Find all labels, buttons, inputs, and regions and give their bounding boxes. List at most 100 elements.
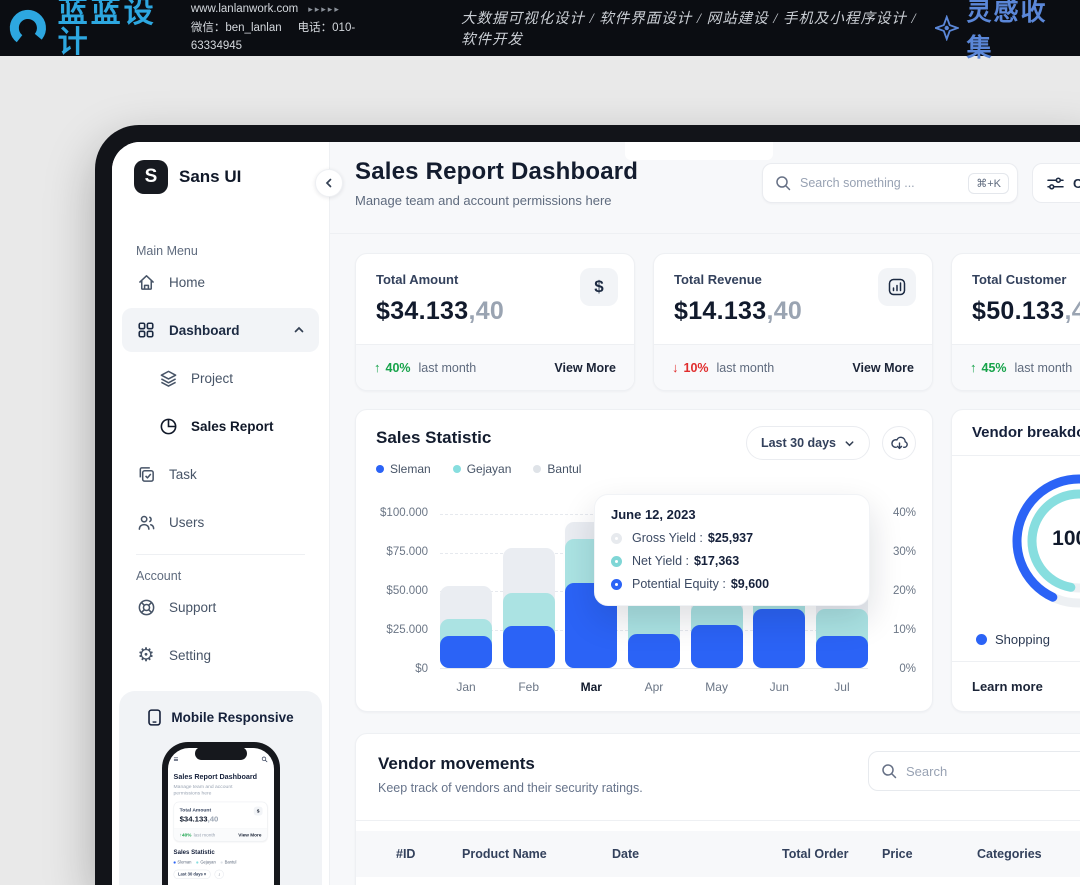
sidebar-item-label: Task	[169, 467, 197, 482]
banner-logo-text: 蓝蓝设计	[58, 0, 177, 58]
stat-card-total-revenue: Total Revenue $14.133,40 ↓ 10% last mont…	[653, 253, 933, 391]
sidebar-item-label: Setting	[169, 648, 211, 663]
stat-footer: ↑ 45% last month View More	[952, 344, 1080, 390]
chart-tooltip: June 12, 2023 Gross Yield :$25,937 Net Y…	[594, 494, 870, 606]
banner-arrows: ▸▸▸▸▸	[308, 4, 341, 14]
brand-name: Sans UI	[179, 167, 241, 187]
search-placeholder: Search something ...	[800, 176, 959, 190]
table-search-input[interactable]: Search	[868, 751, 1080, 791]
column-header[interactable]: Price	[882, 847, 977, 861]
customize-label: Customize	[1073, 176, 1080, 191]
x-axis-label: Jul	[816, 680, 868, 694]
sidebar-item-users[interactable]: Users	[112, 498, 329, 546]
vendor-breakdown-legend: Shopping	[976, 632, 1080, 647]
keyboard-shortcut-badge: ⌘+K	[968, 173, 1009, 194]
page-title: Sales Report Dashboard	[355, 158, 638, 186]
tooltip-row: Gross Yield :$25,937	[611, 531, 853, 545]
arrow-up-icon: ↑	[970, 360, 977, 375]
sales-statistic-card: Sales Statistic Sleman Gejayan Bantul La…	[355, 409, 933, 712]
stat-footer: ↓ 10% last month View More	[654, 344, 932, 390]
ring-icon	[611, 556, 622, 567]
view-more-link[interactable]: View More	[852, 361, 914, 375]
phone-page-title: Sales Report Dashboard	[173, 772, 267, 780]
phone-mockup: ≡ Sales Report Dashboard Manage team and…	[162, 742, 280, 885]
stat-value: $14.133,40	[674, 297, 912, 326]
sidebar: S Sans UI Main Menu Home Dashboard	[112, 142, 330, 885]
stats-row: Total Amount $34.133,40 $ ↑ 40% last mon…	[355, 253, 1080, 391]
device-frame: S Sans UI Main Menu Home Dashboard	[95, 125, 1080, 885]
stat-footer: ↑ 40% last month View More	[356, 344, 634, 390]
x-axis-label: Apr	[628, 680, 680, 694]
hamburger-icon: ≡	[173, 754, 178, 763]
sidebar-item-home[interactable]: Home	[112, 258, 329, 306]
chevron-up-icon	[293, 324, 305, 336]
x-axis-label: Mar	[565, 680, 617, 694]
bar-group-feb[interactable]	[503, 514, 555, 668]
device-screen: S Sans UI Main Menu Home Dashboard	[112, 142, 1080, 885]
global-search-input[interactable]: Search something ... ⌘+K	[762, 163, 1018, 203]
y-axis-right: 40%30%20%10%0%	[876, 507, 916, 675]
search-icon	[881, 763, 897, 779]
inspiration-collect[interactable]: 灵感收集	[935, 0, 1080, 64]
sidebar-divider	[136, 554, 305, 555]
table-divider	[356, 820, 1080, 821]
phone-chart-legend: Sleman Gejayan Bantul	[173, 860, 267, 865]
tooltip-row: Net Yield :$17,363	[611, 554, 853, 568]
sidebar-item-task[interactable]: Task	[112, 450, 329, 498]
column-header[interactable]: Categories	[977, 847, 1080, 861]
banner-wechat: 微信：ben_lanlan	[191, 22, 282, 34]
column-header[interactable]: Total Order	[782, 847, 882, 861]
sidebar-item-dashboard[interactable]: Dashboard	[122, 308, 319, 352]
chevron-left-icon	[323, 177, 335, 189]
phone-page-subtitle: Manage team and account permissions here	[173, 783, 239, 796]
stat-value: $50.133,40	[972, 297, 1080, 326]
bar-group-jan[interactable]	[440, 514, 492, 668]
x-axis-line	[440, 668, 868, 669]
sidebar-item-support[interactable]: Support	[112, 583, 329, 631]
sidebar-item-label: Project	[191, 371, 233, 386]
chevron-down-icon	[844, 438, 855, 449]
phone-section-title: Sales Statistic	[173, 849, 267, 856]
date-range-dropdown[interactable]: Last 30 days	[746, 426, 870, 460]
phone-range-pill: Last 30 days ▾	[173, 870, 210, 879]
sidebar-collapse-button[interactable]	[315, 169, 343, 197]
layers-icon	[158, 369, 178, 388]
y-axis-left: $100.000$75.000$50.000$25.000$0	[376, 507, 428, 675]
phone-screen: ≡ Sales Report Dashboard Manage team and…	[168, 748, 274, 885]
legend-dot	[976, 634, 987, 645]
stat-label: Total Amount	[376, 272, 614, 287]
legend-dot	[376, 465, 384, 473]
lifebuoy-icon	[136, 598, 156, 617]
ring-icon	[611, 579, 622, 590]
legend-dot	[533, 465, 541, 473]
download-button[interactable]	[882, 426, 916, 460]
stat-card-total-amount: Total Amount $34.133,40 $ ↑ 40% last mon…	[355, 253, 635, 391]
sidebar-item-label: Home	[169, 275, 205, 290]
task-icon	[136, 465, 156, 484]
ring-icon	[611, 533, 622, 544]
learn-more-link[interactable]: Learn more	[972, 679, 1043, 694]
bar-chart-icon	[878, 268, 916, 306]
table-header-row: #ID Product Name Date Total Order Price …	[356, 831, 1080, 877]
view-more-link[interactable]: View More	[554, 361, 616, 375]
page-header: Sales Report Dashboard Manage team and a…	[355, 158, 638, 208]
phone-notch	[195, 747, 247, 760]
x-axis-label: Jun	[753, 680, 805, 694]
dollar-badge: $	[253, 807, 262, 816]
page-subtitle: Manage team and account permissions here	[355, 193, 638, 208]
banner-contact: www.lanlanwork.com▸▸▸▸▸ 微信：ben_lanlan电话：…	[191, 0, 401, 55]
column-header[interactable]: Product Name	[462, 847, 612, 861]
brand: S Sans UI	[134, 160, 329, 194]
tooltip-row: Potential Equity :$9,600	[611, 577, 853, 591]
sidebar-item-sales-report[interactable]: Sales Report	[112, 402, 329, 450]
grid-icon	[136, 321, 156, 339]
sidebar-item-setting[interactable]: ⚙ Setting	[112, 631, 329, 679]
account-label: Account	[136, 569, 329, 583]
home-icon	[136, 273, 156, 292]
sidebar-item-project[interactable]: Project	[112, 354, 329, 402]
column-header[interactable]: Date	[612, 847, 782, 861]
column-header[interactable]: #ID	[396, 847, 462, 861]
sidebar-item-label: Sales Report	[191, 419, 274, 434]
customize-button[interactable]: Customize	[1032, 163, 1080, 203]
lanlan-logo: 蓝蓝设计	[0, 0, 177, 58]
